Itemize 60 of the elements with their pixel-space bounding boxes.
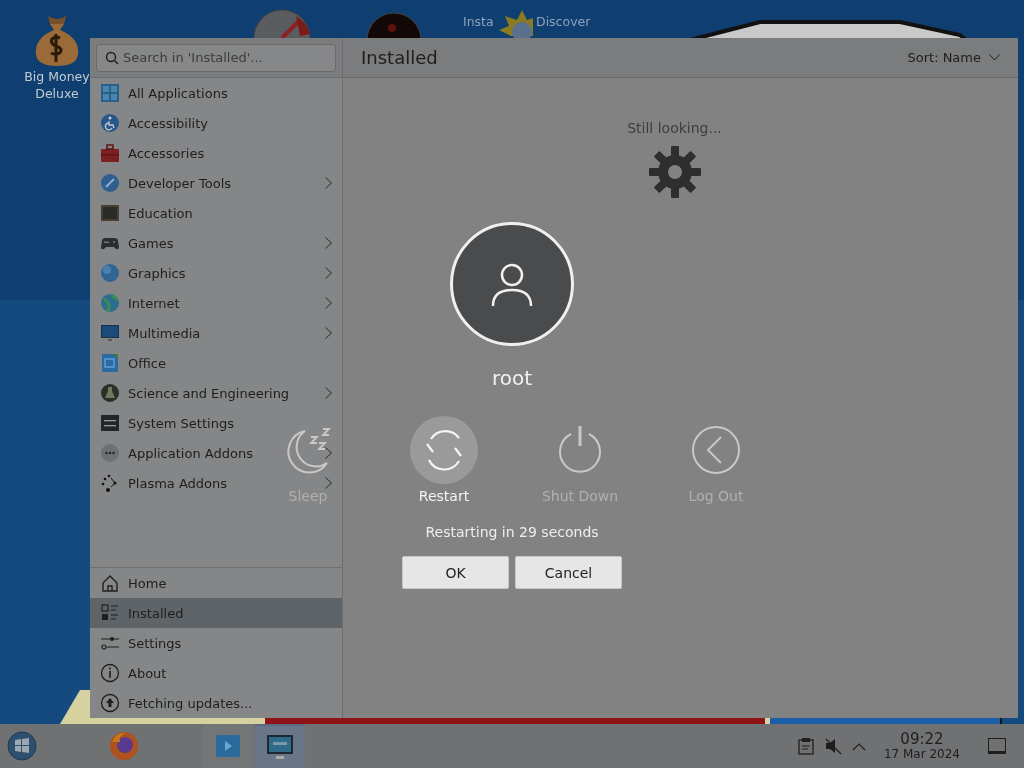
nav-item[interactable]: Home bbox=[90, 568, 342, 598]
caret-up-button[interactable] bbox=[851, 741, 866, 751]
orb-icon bbox=[7, 731, 37, 761]
nav-item[interactable]: About bbox=[90, 658, 342, 688]
show-desktop-button[interactable] bbox=[988, 738, 1006, 754]
chalkboard-icon bbox=[100, 203, 120, 223]
dialog-button[interactable]: OK bbox=[402, 556, 509, 589]
category-item[interactable]: Games bbox=[128, 235, 174, 251]
dialog-button[interactable]: Cancel bbox=[515, 556, 622, 589]
sort-dropdown[interactable]: Sort: Name bbox=[907, 50, 1000, 65]
nav-item[interactable]: Installed bbox=[90, 598, 342, 628]
settings-icon bbox=[100, 413, 120, 433]
caret-up-icon bbox=[851, 741, 866, 751]
nav-item[interactable]: Settings bbox=[90, 628, 342, 658]
icon-label: Insta bbox=[463, 14, 494, 29]
document-icon bbox=[100, 353, 120, 373]
chevron-down-icon bbox=[989, 54, 1000, 61]
upload-icon bbox=[100, 693, 120, 713]
category-item[interactable]: Accessibility bbox=[128, 115, 208, 131]
wheelchair-icon bbox=[100, 113, 120, 133]
gear-icon bbox=[646, 144, 703, 200]
category-item[interactable]: Multimedia bbox=[128, 325, 201, 341]
category-item[interactable]: Application Addons bbox=[128, 445, 253, 461]
category-item[interactable]: System Settings bbox=[128, 415, 234, 431]
icon-label: Discover bbox=[536, 14, 591, 29]
user-name: root bbox=[491, 366, 533, 390]
countdown-text: Restarting in 29 seconds bbox=[425, 524, 599, 540]
category-item[interactable]: Plasma Addons bbox=[128, 475, 228, 491]
nav-item[interactable]: Fetching updates... bbox=[90, 688, 342, 718]
clipboard-icon bbox=[797, 737, 814, 755]
clipboard-button[interactable] bbox=[797, 737, 814, 755]
clock[interactable]: 09:22 17 Mar 2024 bbox=[875, 731, 978, 761]
status-text: Still looking... bbox=[627, 120, 722, 136]
muted-speaker-icon bbox=[823, 737, 842, 755]
grid-icon bbox=[100, 83, 120, 103]
page-title: Installed bbox=[361, 47, 438, 68]
sphere-icon bbox=[100, 263, 120, 283]
show-desktop-icon bbox=[988, 738, 1006, 754]
list-icon bbox=[100, 603, 120, 623]
search-field[interactable]: Search in 'Installed'... bbox=[96, 43, 336, 72]
taskbar-app[interactable] bbox=[255, 724, 305, 768]
toolbox-icon bbox=[100, 143, 120, 163]
dots-icon bbox=[100, 443, 120, 463]
category-item[interactable]: Developer Tools bbox=[128, 175, 232, 191]
globe-icon bbox=[100, 293, 120, 313]
category-item[interactable]: Education bbox=[128, 205, 193, 221]
search-icon bbox=[105, 50, 119, 65]
category-item[interactable]: All Applications bbox=[128, 85, 228, 101]
home-icon bbox=[100, 573, 120, 593]
icon-label: Big Money Deluxe bbox=[23, 68, 91, 102]
category-item[interactable]: Science and Engineering bbox=[128, 385, 290, 401]
firefox-icon bbox=[108, 730, 140, 762]
monitor-icon bbox=[100, 323, 120, 343]
flask-icon bbox=[100, 383, 120, 403]
category-item[interactable]: Office bbox=[128, 355, 166, 371]
info-icon bbox=[100, 663, 120, 683]
muted-speaker-button[interactable] bbox=[823, 737, 842, 755]
category-item[interactable]: Graphics bbox=[128, 265, 186, 281]
category-item[interactable]: Accessories bbox=[128, 145, 205, 161]
category-item[interactable]: Internet bbox=[128, 295, 180, 311]
